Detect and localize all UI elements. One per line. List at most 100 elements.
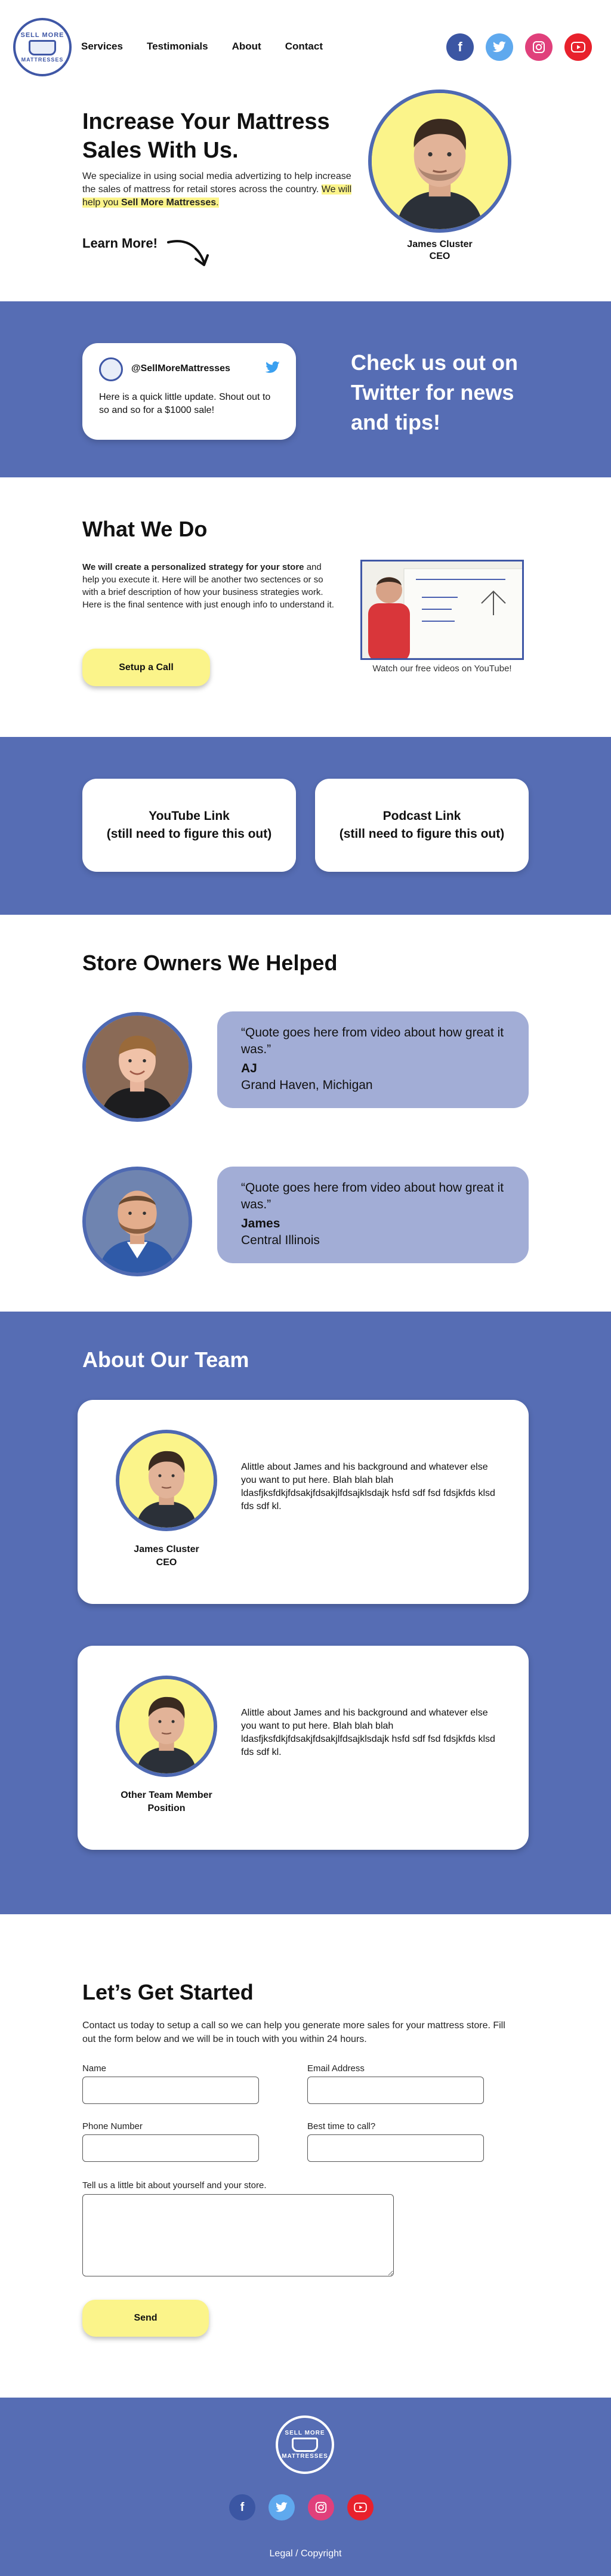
book-icon [292,2438,318,2452]
nav-link-testimonials[interactable]: Testimonials [147,41,208,53]
name-field[interactable] [82,2077,259,2104]
facebook-icon[interactable]: f [446,33,474,61]
logo-top-text: SELL MORE [20,32,64,39]
youtube-link-card[interactable]: YouTube Link (still need to figure this … [82,779,296,872]
what-we-do-section: What We Do We will create a personalized… [0,477,611,737]
avatar [99,357,123,381]
logo[interactable]: SELL MORE MATTRESSES [13,18,72,76]
instagram-icon[interactable] [525,33,553,61]
team-member-name: James Cluster [134,1544,199,1554]
team-member-bio: Alittle about James and his background a… [241,1462,495,1511]
facebook-icon[interactable]: f [229,2494,255,2521]
about-store-textarea[interactable] [82,2194,394,2276]
footer-social-links: f [229,2494,374,2521]
team-section: About Our Team James Cluster CEO Alittle… [0,1312,611,1914]
name-label: Name [82,2063,107,2074]
person-portrait-icon [119,1433,214,1528]
footer-logo[interactable]: SELL MORE MATTRESSES [276,2415,334,2474]
twitter-bird-icon [265,360,280,378]
nav-link-services[interactable]: Services [81,41,123,53]
twitter-section: @SellMoreMattresses Here is a quick litt… [0,301,611,477]
logo-top-text: SELL MORE [285,2430,325,2436]
phone-field[interactable] [82,2134,259,2162]
email-label: Email Address [307,2063,365,2074]
contact-form-section: Let’s Get Started Contact us today to se… [0,1914,611,2398]
twitter-icon[interactable] [269,2494,295,2521]
form-title: Let’s Get Started [82,1980,254,2004]
nav-link-contact[interactable]: Contact [285,41,323,53]
legal-link[interactable]: Legal / Copyright [0,2549,611,2559]
team-member-caption: Other Team Member Position [101,1789,232,1815]
owner-photo-james [82,1167,192,1276]
team-member-photo [116,1676,217,1777]
what-we-do-body: We will create a personalized strategy f… [82,561,339,611]
highlight-suffix: . [216,198,219,208]
testimonials-section: Store Owners We Helped “Quote goes here … [0,915,611,1312]
team-card-ceo: James Cluster CEO Alittle about James an… [78,1400,529,1604]
learn-more-link[interactable]: Learn More! [82,236,158,251]
testimonial-quote-aj: “Quote goes here from video about how gr… [217,1011,529,1108]
call-time-label: Best time to call? [307,2121,376,2131]
curved-arrow-icon [167,240,209,266]
nav-links: Services Testimonials About Contact [81,41,323,53]
highlight-bold: Sell More Mattresses [121,198,217,208]
media-links-section: YouTube Link (still need to figure this … [0,737,611,915]
testimonials-title: Store Owners We Helped [82,951,338,975]
person-portrait-icon [119,1679,214,1773]
youtube-icon[interactable] [347,2494,374,2521]
ceo-name: James Cluster [407,239,473,249]
hero-body: We specialize in using social media adve… [82,171,351,195]
hero-description: We specialize in using social media adve… [82,170,357,209]
quote-location: Central Illinois [241,1233,320,1247]
footer: SELL MORE MATTRESSES f Legal / Copyright [0,2398,611,2576]
instagram-icon[interactable] [308,2494,334,2521]
team-member-role: Position [147,1803,186,1813]
ceo-photo [368,90,511,233]
book-icon [29,40,56,55]
social-links: f [446,33,592,61]
logo-bottom-text: MATTRESSES [282,2453,328,2460]
quote-author: James [241,1217,280,1230]
video-caption: Watch our free videos on YouTube! [372,664,512,674]
twitter-handle: @SellMoreMattresses [131,363,230,374]
youtube-link-label: YouTube Link [149,809,230,823]
email-field[interactable] [307,2077,484,2104]
tweet-text: Here is a quick little update. Shout out… [99,392,271,415]
twitter-heading: Check us out on Twitter for news and tip… [351,350,519,434]
quote-location: Grand Haven, Michigan [241,1078,373,1092]
what-we-do-title: What We Do [82,517,208,541]
quote-text: “Quote goes here from video about how gr… [241,1026,504,1056]
podcast-link-note: (still need to figure this out) [339,827,505,841]
logo-bottom-text: MATTRESSES [21,57,64,63]
team-title: About Our Team [82,1347,249,1372]
call-time-field[interactable] [307,2134,484,2162]
testimonial-quote-james: “Quote goes here from video about how gr… [217,1167,529,1263]
youtube-link-note: (still need to figure this out) [106,827,272,841]
podcast-link-card[interactable]: Podcast Link (still need to figure this … [315,779,529,872]
top-nav: SELL MORE MATTRESSES Services Testimonia… [0,0,611,95]
quote-author: AJ [241,1062,257,1075]
ceo-caption: James Cluster CEO [368,239,511,263]
team-member-name: Other Team Member [121,1790,212,1800]
twitter-icon[interactable] [486,33,513,61]
tweet-card[interactable]: @SellMoreMattresses Here is a quick litt… [82,343,296,440]
person-portrait-icon [372,93,508,229]
body-bold: We will create a personalized strategy f… [82,562,304,572]
hero-title: Increase Your Mattress Sales With Us. [82,109,330,163]
person-portrait-icon [86,1170,189,1273]
form-intro: Contact us today to setup a call so we c… [82,2020,505,2044]
owner-photo-aj [82,1012,192,1122]
send-button[interactable]: Send [82,2300,209,2337]
team-card-member: Other Team Member Position Alittle about… [78,1646,529,1850]
about-store-label: Tell us a little bit about yourself and … [82,2180,267,2191]
youtube-icon[interactable] [564,33,592,61]
hero-section: Increase Your Mattress Sales With Us. We… [0,90,611,301]
person-portrait-icon [86,1016,189,1118]
team-member-bio: Alittle about James and his background a… [241,1708,495,1757]
nav-link-about[interactable]: About [232,41,261,53]
setup-call-button[interactable]: Setup a Call [82,649,210,686]
ceo-role: CEO [429,251,450,261]
team-member-photo [116,1430,217,1531]
podcast-link-label: Podcast Link [382,809,461,823]
video-thumbnail[interactable] [360,560,524,660]
